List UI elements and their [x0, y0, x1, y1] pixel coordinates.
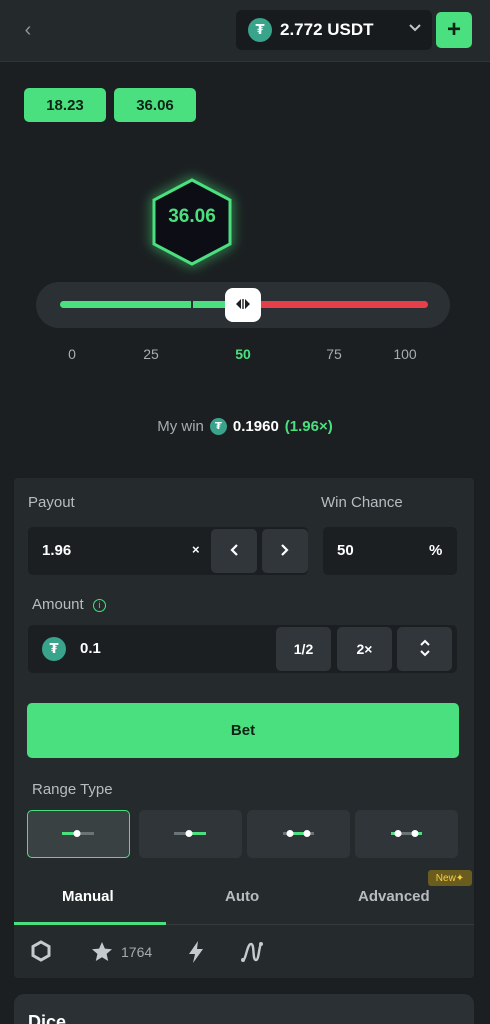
drag-arrows-icon — [233, 298, 253, 313]
tab-manual[interactable]: Manual — [62, 888, 114, 905]
range-type-roll-under[interactable] — [27, 810, 130, 858]
scale-label: 25 — [143, 346, 159, 362]
balance-selector[interactable]: ₮ 2.772 USDT — [236, 10, 432, 50]
settings-hex-icon[interactable] — [30, 940, 52, 968]
my-win-multiplier: (1.96×) — [284, 417, 333, 435]
info-icon[interactable]: i — [92, 598, 106, 612]
usdt-icon: ₮ — [209, 417, 227, 435]
win-range-bar — [60, 301, 243, 308]
scale-label: 75 — [326, 346, 342, 362]
amount-range-button[interactable] — [397, 627, 452, 671]
game-title: Dice — [28, 1012, 67, 1024]
slider-handle[interactable] — [225, 288, 261, 322]
game-info-card — [14, 994, 474, 1024]
result-hexagon: 36.06 — [146, 176, 238, 268]
half-amount-button[interactable]: 1/2 — [276, 627, 331, 671]
double-amount-button[interactable]: 2× — [337, 627, 392, 671]
tab-auto[interactable]: Auto — [225, 888, 259, 905]
my-win-amount: 0.1960 — [232, 417, 279, 435]
lightning-icon[interactable] — [186, 940, 206, 970]
range-over-icon — [174, 830, 206, 837]
multiplier-suffix: × — [192, 542, 200, 557]
scale-label-active: 50 — [235, 346, 251, 362]
result-value: 36.06 — [168, 206, 216, 227]
back-button[interactable]: ‹ — [10, 14, 46, 46]
scale-label: 100 — [393, 346, 417, 362]
star-icon[interactable] — [90, 940, 114, 970]
win-chance-label: Win Chance — [321, 494, 403, 511]
percent-suffix: % — [429, 542, 443, 559]
range-type-inside[interactable] — [247, 810, 350, 858]
amount-label-row: Amount i — [32, 596, 106, 613]
win-chance-input[interactable]: 50 % — [323, 527, 457, 575]
range-under-icon — [61, 829, 94, 837]
range-outside-icon — [391, 830, 422, 837]
scale-label: 0 — [68, 346, 76, 362]
chevron-down-icon — [408, 20, 422, 36]
my-win-label: My win — [157, 417, 204, 435]
chevron-left-icon: ‹ — [24, 18, 32, 41]
range-inside-icon — [283, 830, 314, 837]
lose-range-bar — [243, 301, 428, 308]
plus-icon: + — [446, 16, 461, 43]
range-type-label: Range Type — [32, 781, 113, 798]
range-type-outside[interactable] — [355, 810, 458, 858]
chevron-left-icon — [229, 543, 239, 560]
history-chip[interactable]: 18.23 — [24, 88, 106, 122]
payout-decrease-button[interactable] — [211, 529, 257, 573]
tab-advanced[interactable]: Advanced — [358, 888, 430, 905]
range-type-roll-over[interactable] — [139, 810, 242, 858]
chevron-right-icon — [280, 543, 290, 560]
new-badge: New✦ — [428, 870, 472, 886]
active-tab-indicator — [14, 922, 166, 925]
payout-increase-button[interactable] — [262, 529, 308, 573]
result-marker — [191, 299, 193, 310]
amount-input[interactable]: ₮ 0.1 — [28, 625, 457, 673]
deposit-button[interactable]: + — [436, 12, 472, 48]
usdt-icon: ₮ — [248, 18, 272, 42]
favorites-count: 1764 — [121, 944, 153, 960]
usdt-icon: ₮ — [42, 637, 66, 661]
balance-amount: 2.772 USDT — [280, 20, 374, 39]
bet-button[interactable]: Bet — [27, 703, 459, 758]
my-win-row: My win ₮ 0.1960 (1.96×) — [0, 414, 490, 438]
top-bar: ‹ ₮ 2.772 USDT + — [0, 0, 490, 62]
history-chip[interactable]: 36.06 — [114, 88, 196, 122]
curve-chart-icon[interactable] — [240, 940, 264, 970]
amount-label: Amount — [32, 596, 84, 613]
up-down-chevron-icon — [419, 638, 431, 661]
payout-label: Payout — [28, 494, 75, 511]
